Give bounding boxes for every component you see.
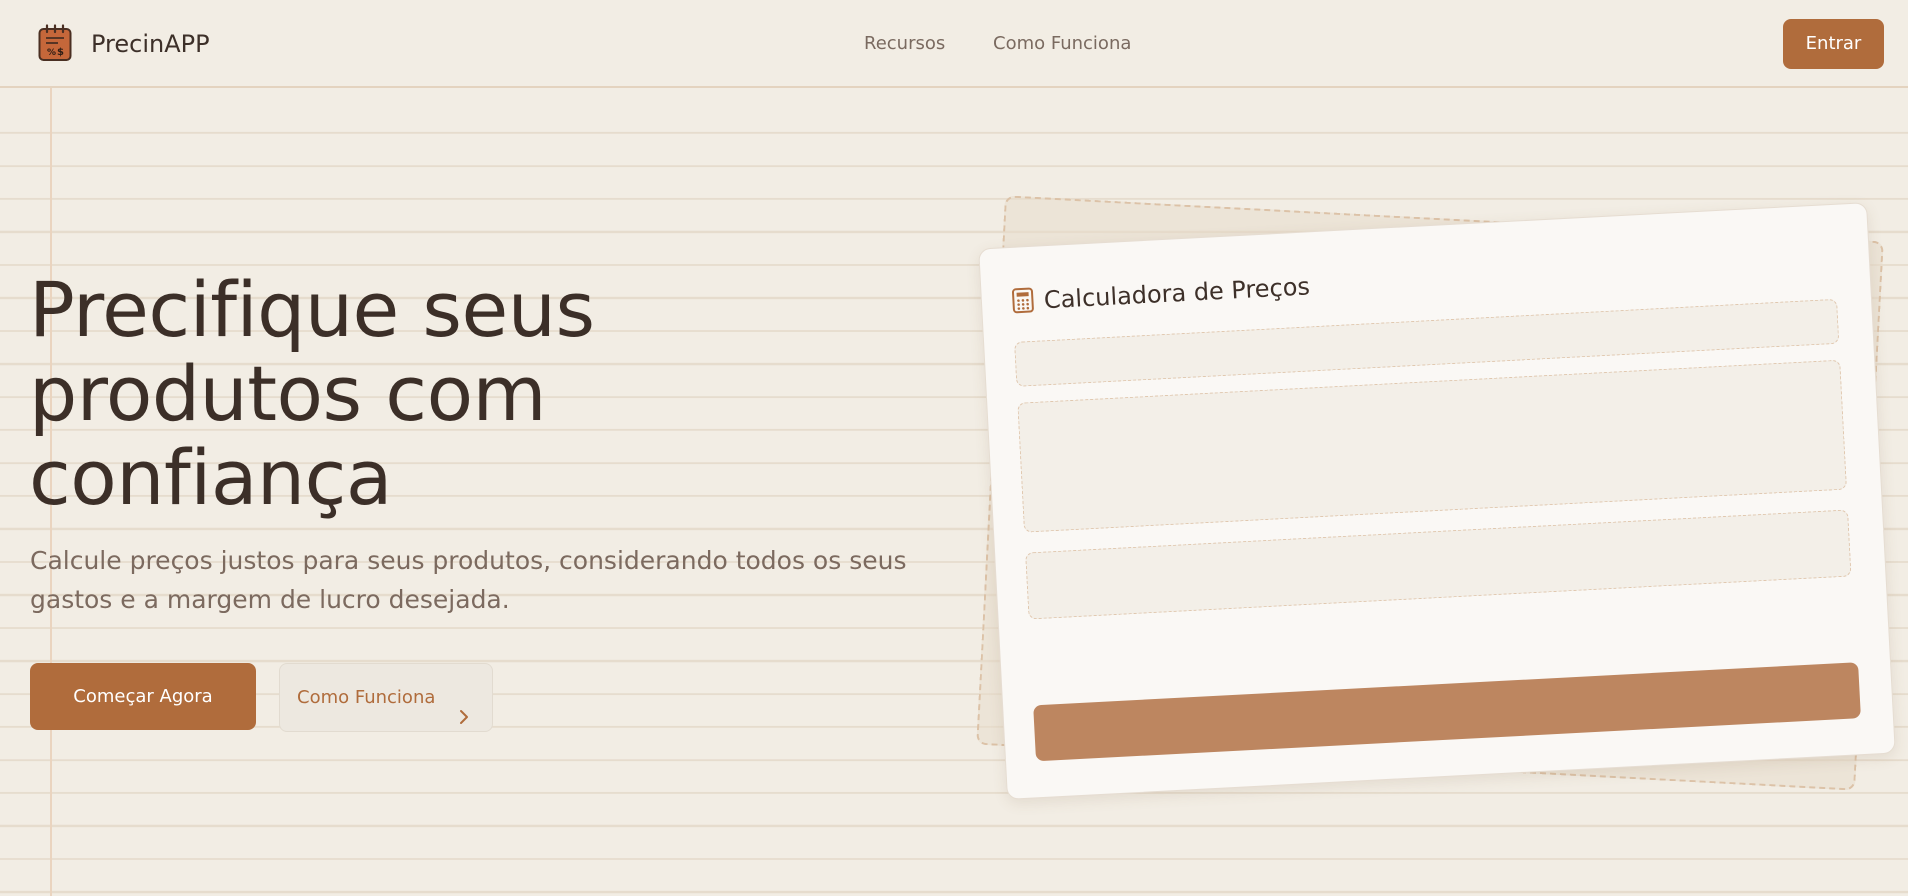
placeholder-button [1033,662,1861,762]
calculator-icon [1011,287,1034,314]
calculator-notepad-icon[interactable]: % $ [38,24,72,62]
nav-link-como-funciona[interactable]: Como Funciona [993,32,1131,56]
card-title: Calculadora de Preços [1043,272,1311,315]
how-it-works-label: Como Funciona [297,687,436,708]
svg-text:$: $ [57,47,64,58]
hero-title: Precifique seus produtos com confiança [29,268,829,520]
nav-link-recursos[interactable]: Recursos [864,32,945,56]
chevron-right-icon [457,688,471,724]
svg-text:%: % [47,48,56,58]
price-calculator-card: Calculadora de Preços [978,202,1896,800]
placeholder-block [1017,359,1847,533]
hero-title-line: produtos com [29,349,547,438]
hero-subtitle-line: Calcule preços justos para seus produtos… [30,546,907,575]
how-it-works-button[interactable]: Como Funciona [279,663,493,732]
hero-subtitle: Calcule preços justos para seus produtos… [30,541,910,619]
hero-subtitle-line: gastos e a margem de lucro desejada. [30,585,510,614]
login-button[interactable]: Entrar [1783,19,1884,69]
start-now-button[interactable]: Começar Agora [30,663,256,730]
hero-title-line: confiança [29,433,392,522]
top-navbar: % $ PrecinAPP Recursos Como Funciona Ent… [0,0,1908,88]
brand-name[interactable]: PrecinAPP [91,28,210,60]
hero-title-line: Precifique seus [29,265,595,354]
